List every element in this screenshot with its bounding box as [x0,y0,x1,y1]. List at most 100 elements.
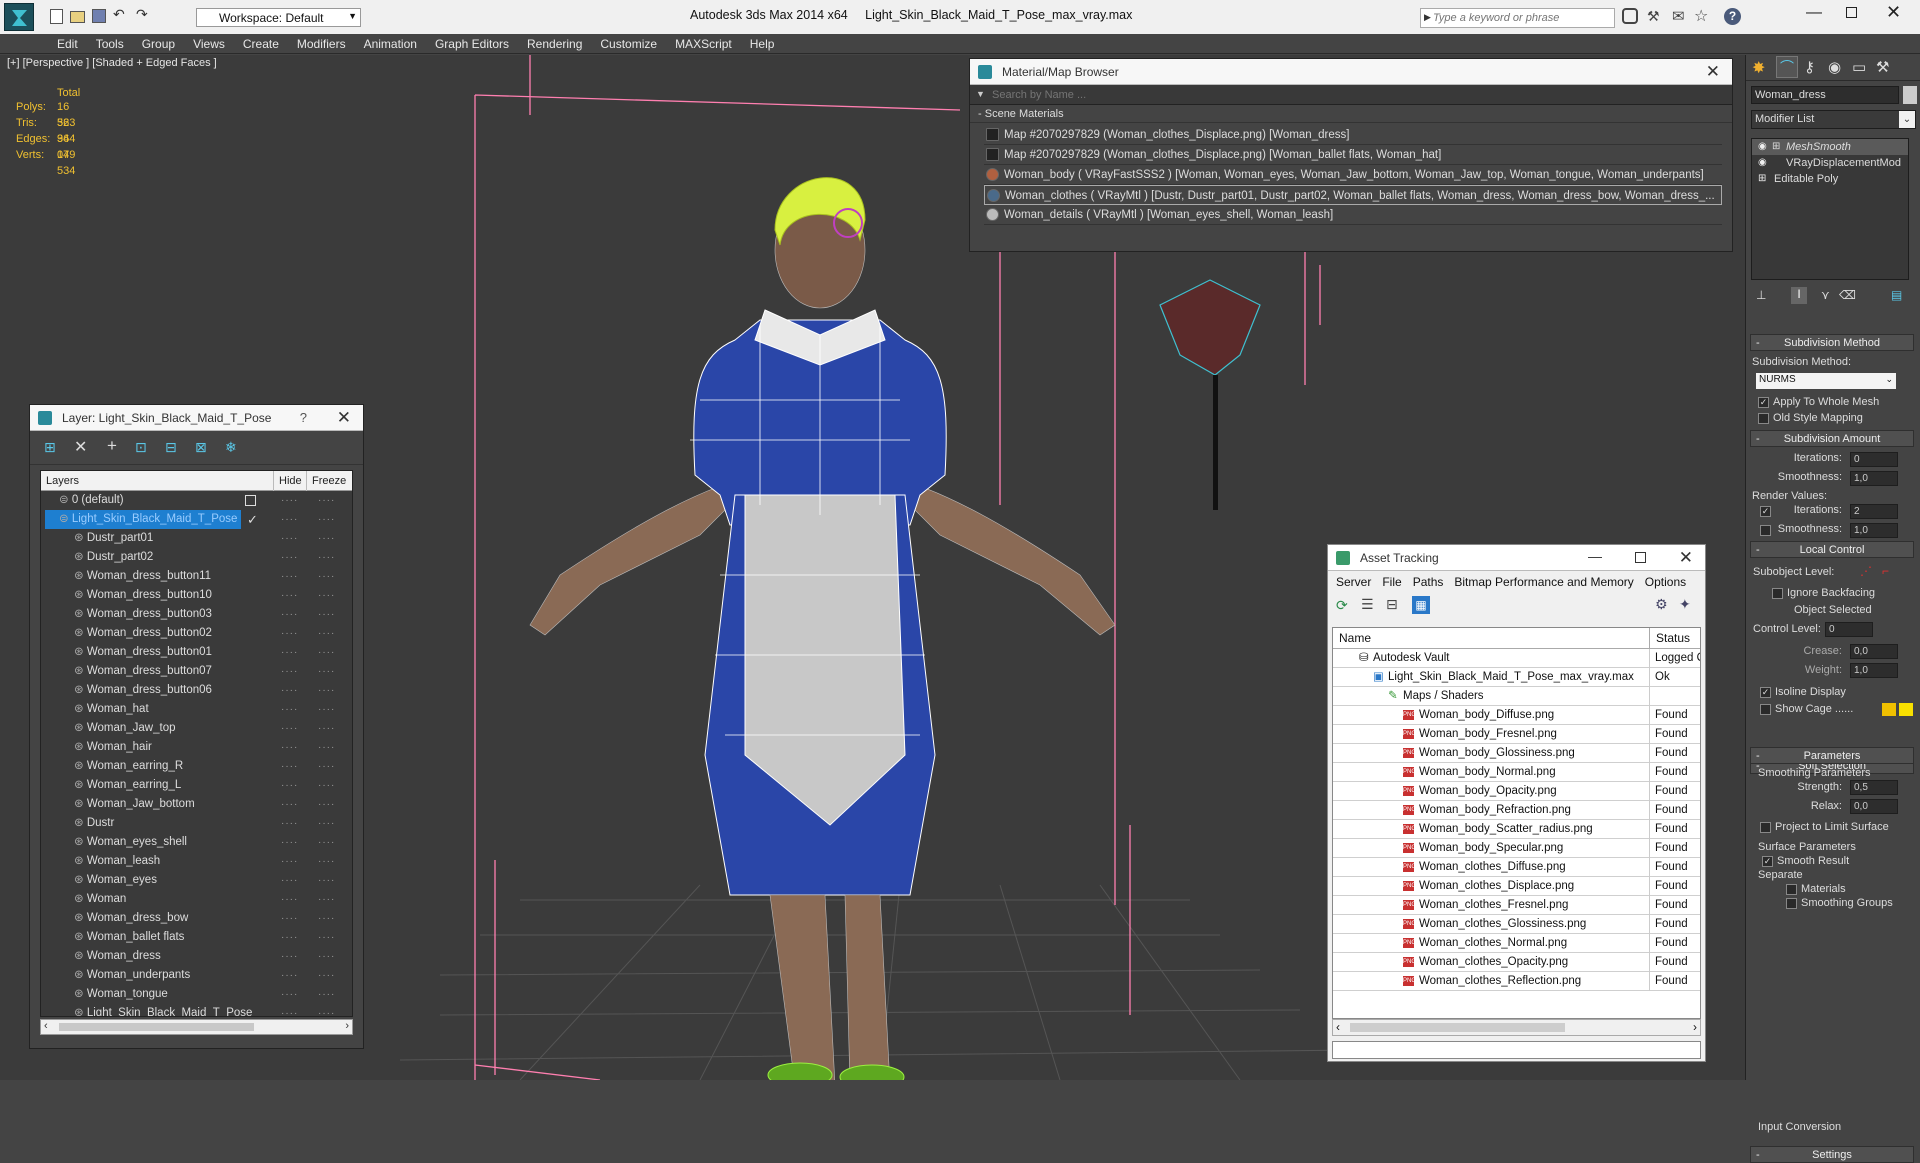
freeze-toggle[interactable]: ···· [318,985,335,1004]
asset-row-map[interactable]: PNG Woman_body_Diffuse.png Found [1333,706,1700,725]
smoothness-spinner[interactable]: 1,0 [1850,471,1898,486]
hide-toggle[interactable]: ···· [281,1004,298,1016]
asset-row-map[interactable]: PNG Woman_body_Specular.png Found [1333,839,1700,858]
hide-toggle[interactable]: ···· [281,719,298,738]
tools-icon[interactable]: ⚒ [1647,8,1663,24]
communication-icon[interactable]: ✉ [1672,7,1685,25]
help-icon[interactable]: ? [1724,8,1741,25]
freeze-toggle[interactable]: ···· [318,529,335,548]
asset-row-map[interactable]: PNG Woman_clothes_Glossiness.png Found [1333,915,1700,934]
menu-item[interactable]: Customize [591,34,666,51]
freeze-toggle[interactable]: ···· [318,643,335,662]
object-color-swatch[interactable] [1903,86,1917,104]
layer-object-row[interactable]: ⊛ Woman_earring_L ···· ···· [41,776,352,795]
refresh-icon[interactable]: ⟳ [1336,597,1348,614]
hide-toggle[interactable]: ···· [281,814,298,833]
lightbulb-icon[interactable]: ◉ [1758,139,1767,155]
checkbox[interactable] [1760,821,1771,833]
chevron-right-icon[interactable]: › [1693,1020,1697,1034]
asset-path-field[interactable] [1332,1041,1701,1059]
modifier-stack-item[interactable]: ◉ ⊞ MeshSmooth [1752,139,1908,155]
settings-header[interactable]: Settings [1750,1146,1914,1163]
asset-row-vault[interactable]: ⛁ Autodesk Vault Logged O [1333,649,1700,668]
apply-whole-mesh-checkbox[interactable]: ✓ Apply To Whole Mesh [1758,396,1914,408]
workspace-dropdown[interactable]: Workspace: Default ▼ [196,8,361,27]
material-item[interactable]: Map #2070297829 (Woman_clothes_Displace.… [984,125,1722,145]
material-item[interactable]: Woman_details ( VRayMtl ) [Woman_eyes_sh… [984,205,1722,225]
asset-menu-item[interactable]: Server [1336,575,1371,589]
hide-toggle[interactable]: ···· [281,776,298,795]
highlight-layer-icon[interactable]: ⊟ [165,439,177,456]
materials-checkbox[interactable]: Materials [1786,883,1914,895]
chevron-left-icon[interactable]: ‹ [1336,1020,1340,1034]
crease-spinner[interactable]: 0,0 [1850,644,1898,659]
menu-item[interactable]: Rendering [518,34,591,51]
col-name[interactable]: Name [1339,628,1371,649]
col-freeze[interactable]: Freeze [306,471,346,491]
freeze-toggle[interactable]: ···· [318,567,335,586]
delete-layer-icon[interactable]: ✕ [74,437,87,457]
vertex-level-icon[interactable]: ⋰ [1860,564,1872,578]
weight-spinner[interactable]: 1,0 [1850,663,1898,678]
edge-level-icon[interactable]: ⌐ [1882,564,1889,578]
layer-object-row[interactable]: ⊛ Woman_dress_button10 ···· ···· [41,586,352,605]
hide-toggle[interactable]: ···· [281,529,298,548]
modifier-list-dropdown[interactable]: Modifier List ⌄ [1751,110,1916,129]
asset-row-map[interactable]: PNG Woman_body_Fresnel.png Found [1333,725,1700,744]
ignore-backfacing-checkbox[interactable]: Ignore Backfacing [1772,587,1914,599]
menu-item[interactable]: Graph Editors [426,34,518,51]
maximize-icon[interactable] [1635,552,1646,563]
scene-materials-group[interactable]: - Scene Materials [970,105,1732,123]
asset-hscrollbar[interactable]: ‹ › [1332,1019,1701,1036]
render-smoothness-spinner[interactable]: 1,0 [1850,523,1898,538]
show-end-result-icon[interactable]: I [1791,287,1807,304]
freeze-toggle[interactable]: ···· [318,624,335,643]
close-icon[interactable]: ✕ [1679,548,1693,568]
render-iterations-checkbox[interactable]: ✓ [1760,506,1771,517]
control-level-spinner[interactable]: 0 [1825,622,1873,637]
local-control-header[interactable]: Local Control [1750,541,1914,558]
lightbulb-icon[interactable]: ◉ [1758,155,1767,171]
old-style-mapping-checkbox[interactable]: Old Style Mapping [1758,412,1914,424]
freeze-toggle[interactable]: ···· [318,890,335,909]
chevron-down-icon[interactable]: ▼ [976,89,985,99]
layer-object-row[interactable]: ⊛ Woman ···· ···· [41,890,352,909]
layer-titlebar[interactable]: Layer: Light_Skin_Black_Maid_T_Pose ? ✕ [30,405,363,431]
layer-object-row[interactable]: ⊛ Woman_dress_bow ···· ···· [41,909,352,928]
freeze-toggle[interactable]: ···· [318,776,335,795]
layer-object-row[interactable]: ⊛ Woman_dress_button11 ···· ···· [41,567,352,586]
layer-object-row[interactable]: ⊛ Woman_hair ···· ···· [41,738,352,757]
parameters-header[interactable]: Parameters [1750,747,1914,764]
close-icon[interactable]: ✕ [1886,2,1901,23]
layer-object-row[interactable]: ⊛ Woman_dress_button07 ···· ···· [41,662,352,681]
asset-row-map[interactable]: PNG Woman_clothes_Normal.png Found [1333,934,1700,953]
freeze-toggle[interactable]: ···· [318,795,335,814]
menu-item[interactable]: Help [741,34,784,51]
asset-row-map[interactable]: PNG Woman_body_Scatter_radius.png Found [1333,820,1700,839]
close-icon[interactable]: ✕ [337,408,351,428]
open-file-icon[interactable] [70,11,85,23]
layer-object-row[interactable]: ⊛ Woman_dress_button02 ···· ···· [41,624,352,643]
hide-toggle[interactable]: ···· [281,738,298,757]
freeze-toggle[interactable]: ···· [318,510,335,529]
search-input[interactable] [1433,10,1611,26]
layer-object-row[interactable]: ⊛ Woman_leash ···· ···· [41,852,352,871]
chevron-left-icon[interactable]: ‹ [44,1020,48,1032]
iterations-spinner[interactable]: 0 [1850,452,1898,467]
hide-toggle[interactable]: ···· [281,795,298,814]
object-name-field[interactable]: Woman_dress [1751,86,1899,104]
menu-item[interactable]: Views [184,34,234,51]
asset-row-map[interactable]: PNG Woman_body_Opacity.png Found [1333,782,1700,801]
menu-item[interactable]: Animation [355,34,426,51]
layer-object-row[interactable]: ⊛ Dustr_part01 ···· ···· [41,529,352,548]
hide-toggle[interactable]: ···· [281,662,298,681]
material-search-bar[interactable]: ▼ [970,85,1732,105]
asset-row-map[interactable]: PNG Woman_clothes_Fresnel.png Found [1333,896,1700,915]
configure-sets-icon[interactable]: ▤ [1891,288,1902,302]
utilities-tab-icon[interactable]: ⚒ [1876,58,1889,76]
material-item[interactable]: Woman_clothes ( VRayMtl ) [Dustr, Dustr_… [984,185,1722,205]
subdivision-method-header[interactable]: Subdivision Method [1750,334,1914,351]
layer-row-default[interactable]: ⊜ 0 (default) ···· ···· [41,491,352,510]
strength-spinner[interactable]: 0,5 [1850,780,1898,795]
material-item[interactable]: Map #2070297829 (Woman_clothes_Displace.… [984,145,1722,165]
